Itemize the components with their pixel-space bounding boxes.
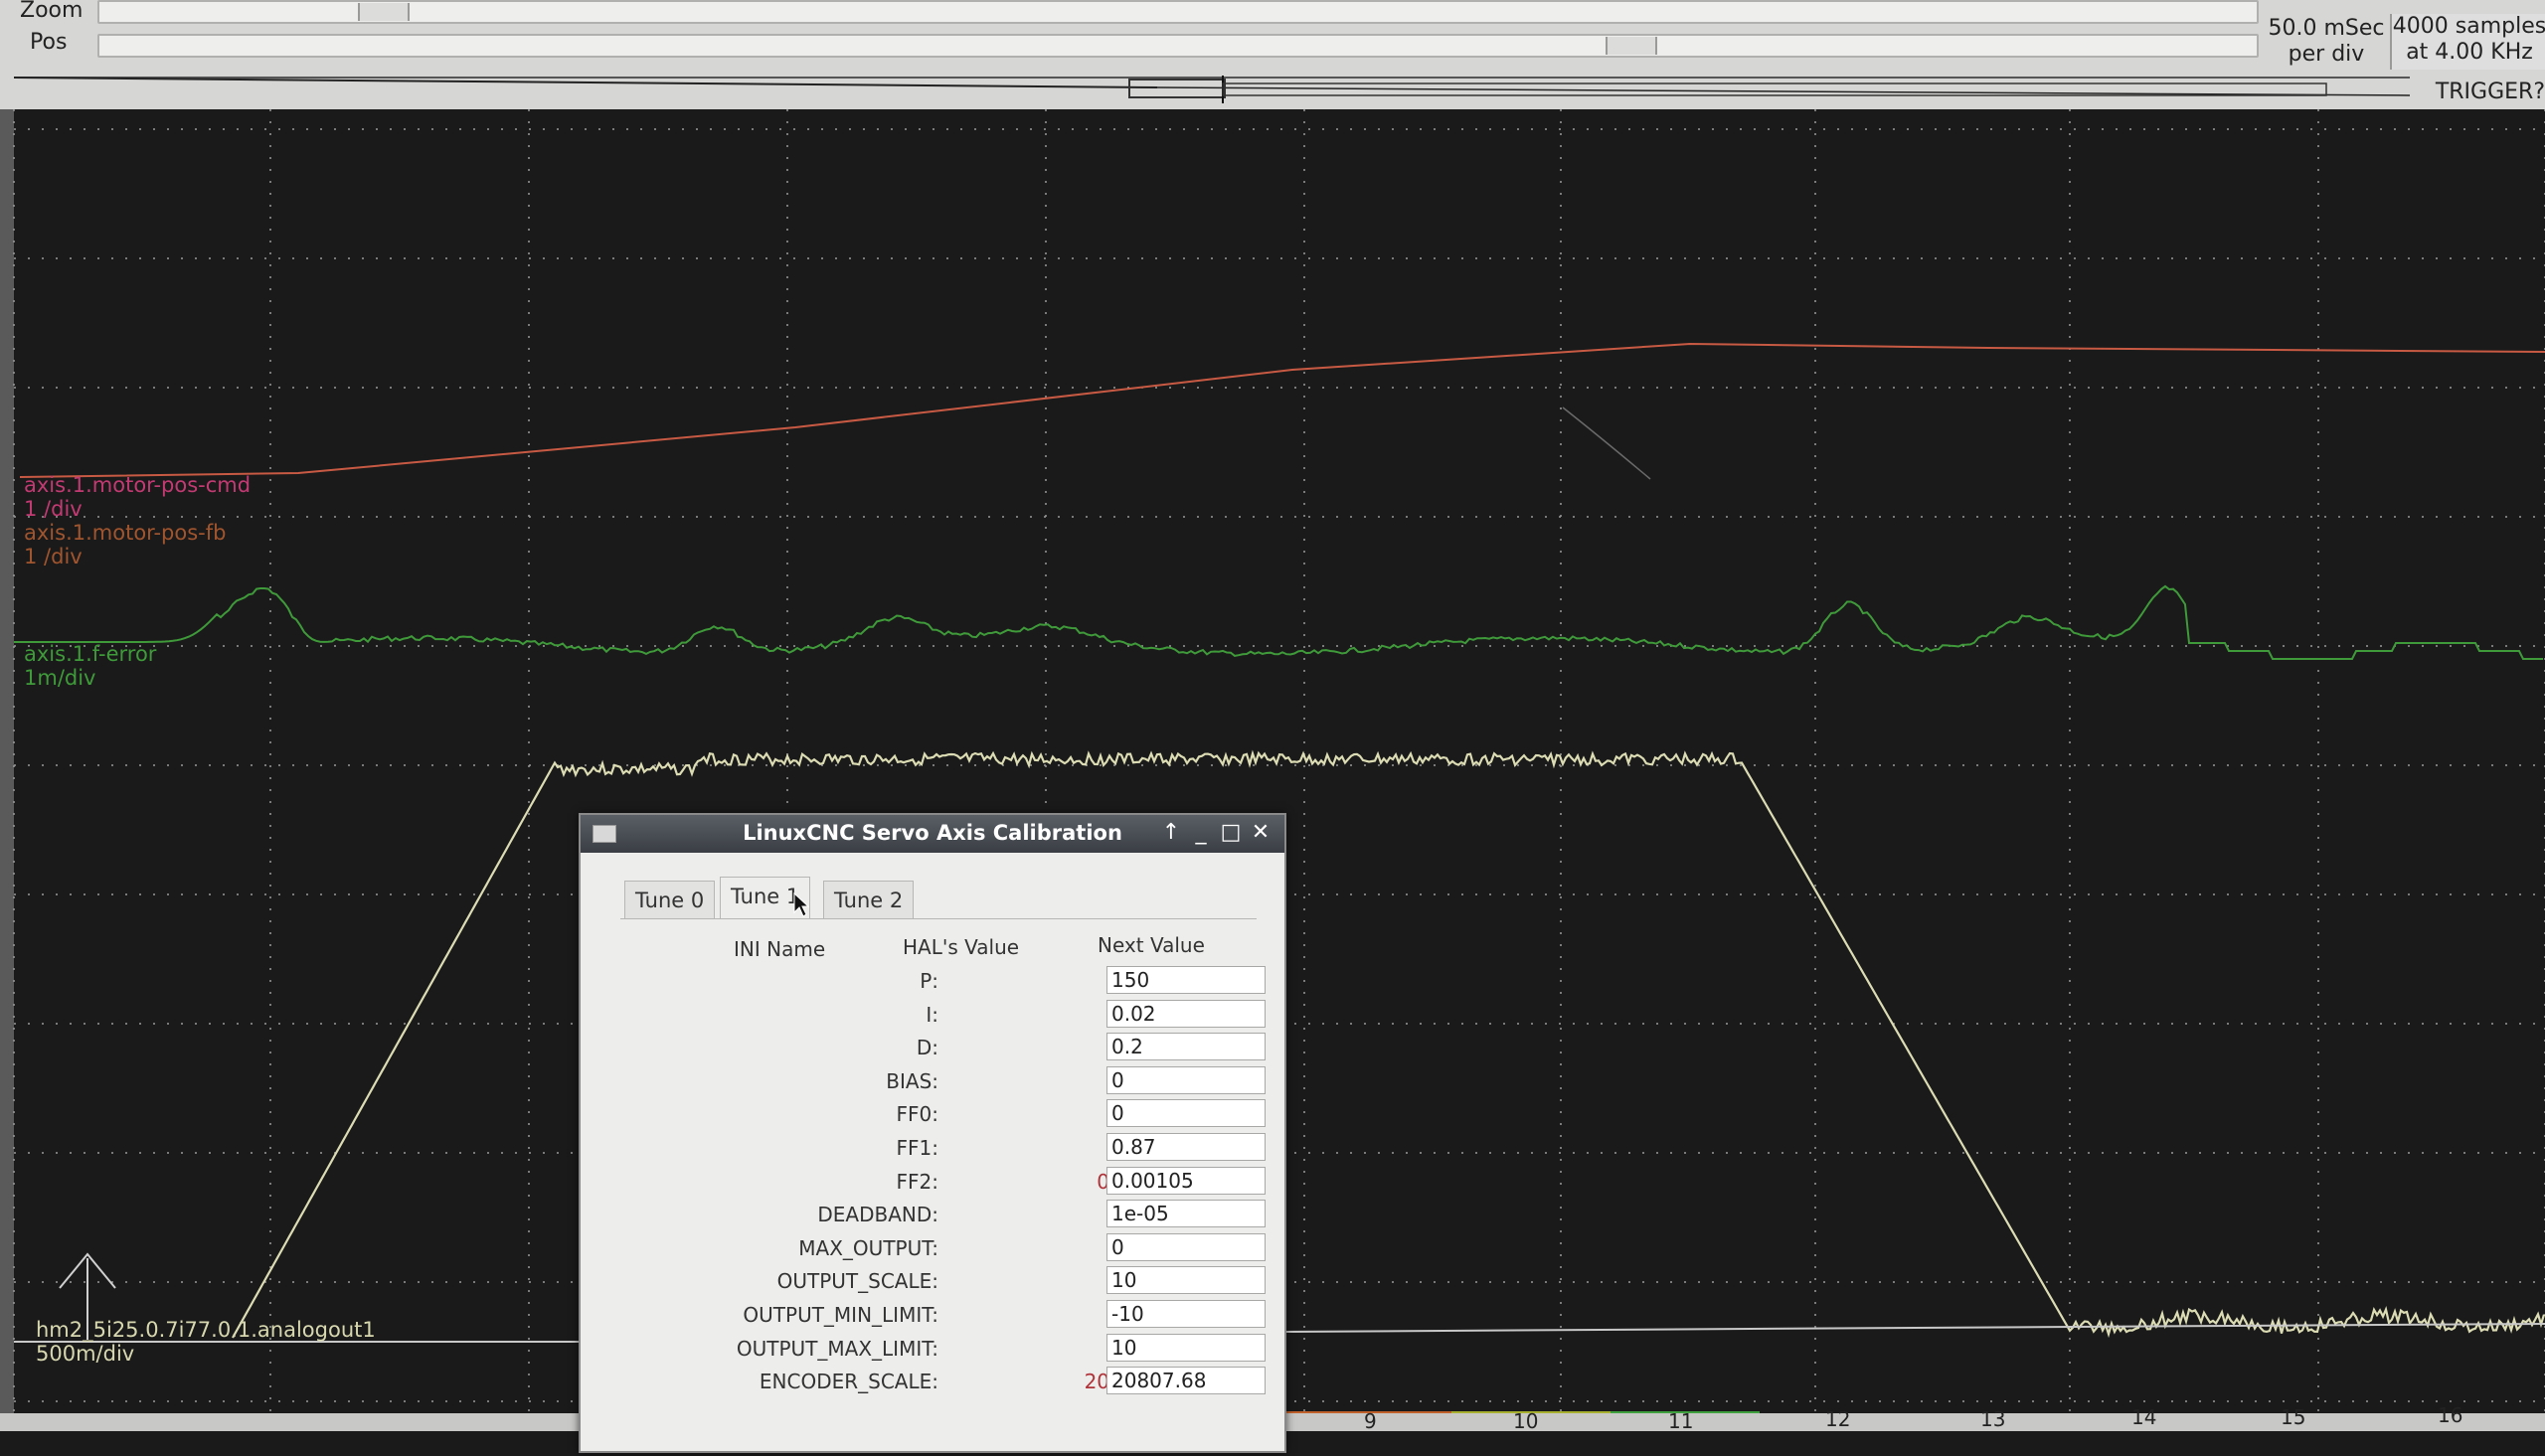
bar-number-13[interactable]: 13	[1980, 1407, 2005, 1431]
param-next-value-input[interactable]	[1106, 1333, 1266, 1362]
param-next-value-input[interactable]	[1106, 966, 1266, 994]
param-name: P:	[920, 969, 938, 993]
param-name: OUTPUT_SCALE:	[776, 1269, 938, 1294]
param-name: FF2:	[896, 1169, 938, 1194]
pos-label: Pos	[30, 30, 68, 55]
param-next-value-input[interactable]	[1106, 1266, 1266, 1295]
mouse-cursor-icon	[793, 892, 809, 917]
zoom-slider[interactable]	[97, 0, 2259, 24]
channel-label-analogout[interactable]: hm2_5i25.0.7i77.0.1.analogout1 500m/div	[36, 1318, 376, 1366]
param-next-value-input[interactable]	[1106, 1133, 1266, 1161]
param-next-value-input[interactable]	[1106, 999, 1266, 1028]
tab-tune-2[interactable]: Tune 2	[823, 881, 915, 919]
timebase-display[interactable]: 50.0 mSec per div	[2267, 16, 2386, 68]
maximize-icon[interactable]: □	[1217, 819, 1245, 847]
header-ini-name: INI Name	[734, 937, 826, 961]
top-controls: Zoom Pos 50.0 mSec per div 4000 samples …	[0, 0, 2545, 111]
param-next-value-input[interactable]	[1106, 1300, 1266, 1328]
param-name: OUTPUT_MIN_LIMIT:	[743, 1303, 938, 1327]
channel-scale: 1 /div	[24, 545, 83, 568]
pos-slider[interactable]	[97, 34, 2259, 58]
bar-number-10[interactable]: 10	[1513, 1409, 1538, 1433]
param-name: FF0:	[896, 1102, 938, 1127]
channel-name: hm2_5i25.0.7i77.0.1.analogout1	[36, 1318, 376, 1342]
param-next-value-input[interactable]	[1106, 1099, 1266, 1128]
samples-display: 4000 samples at 4.00 KHz	[2390, 14, 2545, 70]
close-icon[interactable]: ✕	[1247, 819, 1274, 847]
servo-calibration-dialog: LinuxCNC Servo Axis Calibration ↑ _ □ ✕ …	[579, 813, 1286, 1453]
param-name: OUTPUT_MAX_LIMIT:	[736, 1336, 938, 1361]
minimize-icon[interactable]: _	[1187, 819, 1215, 847]
bar-number-11[interactable]: 11	[1668, 1409, 1693, 1433]
channel-name: axis.1.motor-pos-fb	[24, 521, 227, 545]
channel-label-motor-pos-fb[interactable]: axis.1.motor-pos-fb 1 /div	[24, 521, 226, 568]
bar-number-15[interactable]: 15	[2281, 1405, 2305, 1429]
param-name: D:	[916, 1036, 938, 1060]
param-next-value-input[interactable]	[1106, 1065, 1266, 1094]
trigger-button[interactable]: TRIGGER?	[2406, 80, 2545, 105]
arrow-up-icon[interactable]: ↑	[1157, 819, 1185, 847]
channel-label-motor-pos-cmd[interactable]: axis.1.motor-pos-cmd 1 /div	[24, 473, 251, 521]
param-name: MAX_OUTPUT:	[798, 1235, 938, 1260]
header-hal-value: HAL's Value	[903, 935, 1020, 959]
header-next-value: Next Value	[1098, 933, 1205, 957]
zoom-slider-thumb[interactable]	[358, 3, 410, 21]
param-name: BIAS:	[886, 1068, 938, 1093]
dialog-titlebar[interactable]: LinuxCNC Servo Axis Calibration ↑ _ □ ✕	[581, 815, 1284, 853]
param-next-value-input[interactable]	[1106, 1200, 1266, 1228]
scope-left-border	[0, 109, 14, 1421]
channel-label-f-error[interactable]: axis.1.f-error 1m/div	[24, 642, 156, 690]
tab-tune-0[interactable]: Tune 0	[624, 881, 716, 919]
timebase-unit: per div	[2288, 42, 2365, 67]
param-name: ENCODER_SCALE:	[759, 1370, 938, 1394]
param-next-value-input[interactable]	[1106, 1166, 1266, 1195]
channel-name: axis.1.f-error	[24, 642, 157, 666]
param-next-value-input[interactable]	[1106, 1033, 1266, 1061]
sample-rate: at 4.00 KHz	[2406, 40, 2533, 65]
bar-number-9[interactable]: 9	[1364, 1409, 1377, 1433]
channel-scale: 1m/div	[24, 666, 96, 690]
channel-name: axis.1.motor-pos-cmd	[24, 473, 252, 497]
param-next-value-input[interactable]	[1106, 1367, 1266, 1395]
bar-number-12[interactable]: 12	[1825, 1407, 1850, 1431]
record-overview-bar[interactable]	[14, 76, 2410, 103]
bar-number-16[interactable]: 16	[2438, 1403, 2462, 1427]
param-name: FF1:	[896, 1136, 938, 1160]
param-name: I:	[926, 1002, 938, 1027]
pos-slider-thumb[interactable]	[1606, 37, 1657, 55]
zoom-label: Zoom	[20, 0, 84, 23]
param-name: DEADBAND:	[817, 1203, 938, 1227]
samples-count: 4000 samples	[2392, 14, 2545, 39]
bar-number-14[interactable]: 14	[2131, 1405, 2156, 1429]
tune-panel: INI Name HAL's Value Next Value P: 150 I: 0…	[620, 918, 1266, 1456]
channel-scale: 1 /div	[24, 497, 83, 521]
timebase-value: 50.0 mSec	[2268, 16, 2385, 41]
channel-scale: 500m/div	[36, 1342, 135, 1366]
param-next-value-input[interactable]	[1106, 1232, 1266, 1261]
